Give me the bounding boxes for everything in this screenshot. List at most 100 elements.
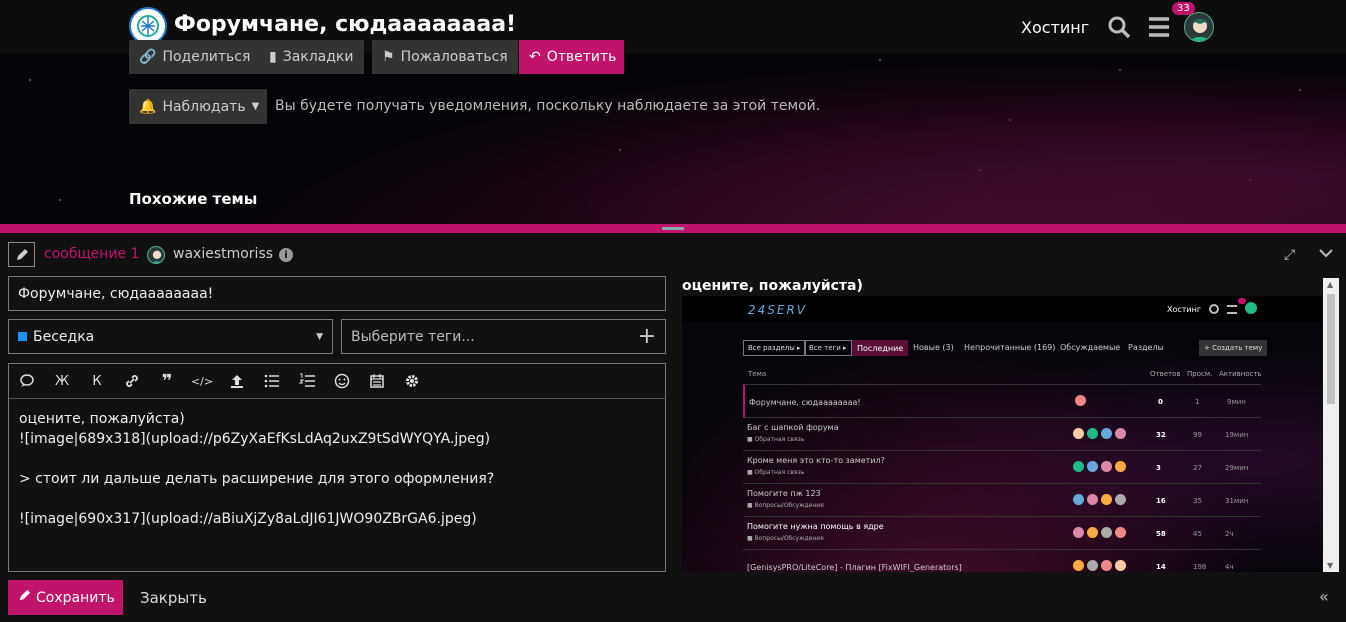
preview-topic-title: Помогите пж 123 (747, 489, 821, 498)
preview-topic-views: 198 (1193, 563, 1207, 571)
composer-username[interactable]: waxiestmoriss (173, 246, 273, 262)
preview-topic-activity: 4ч (1225, 563, 1234, 571)
preview-search-icon (1209, 304, 1219, 314)
preview-topic-replies: 16 (1156, 497, 1166, 505)
preview-topic-views: 99 (1193, 431, 1202, 439)
upload-icon[interactable] (228, 372, 246, 390)
preview-poster-avatar (1073, 428, 1084, 439)
reply-label: Ответить (546, 49, 617, 65)
preview-filter-tags: Все теги ▸ (804, 340, 852, 356)
tags-select[interactable]: Выберите теги... + (341, 319, 666, 354)
save-button[interactable]: Сохранить (8, 580, 123, 615)
preview-topic-activity: 9мин (1227, 398, 1246, 406)
similar-topics-heading: Похожие темы (129, 190, 258, 208)
quote-bubble-icon[interactable] (18, 372, 36, 390)
collapse-chevron-icon[interactable] (1318, 245, 1334, 265)
plus-icon: + (637, 324, 656, 349)
nav-link-hosting[interactable]: Хостинг (1021, 18, 1089, 37)
caret-down-icon: ▼ (251, 101, 260, 112)
preview-poster-avatar (1101, 560, 1112, 571)
editor-toolbar: Ж К ❞ </> (8, 363, 666, 399)
preview-poster-avatar (1073, 560, 1084, 571)
pencil-icon (18, 589, 31, 606)
preview-poster-avatar (1087, 527, 1098, 538)
scrollbar-thumb[interactable] (1327, 294, 1335, 404)
gear-icon[interactable] (403, 372, 421, 390)
preview-col: Активность (1219, 370, 1262, 378)
preview-poster-avatar (1087, 428, 1098, 439)
preview-topic-title: Кроме меня это кто-то заметил? (747, 456, 885, 465)
markdown-editor[interactable]: оцените, пожалуйста) ![image|689x318](up… (8, 399, 666, 572)
user-avatar[interactable] (1184, 12, 1214, 42)
watch-dropdown[interactable]: 🔔 Наблюдать ▼ (129, 89, 267, 124)
bookmarks-button[interactable]: ▮ Закладки (259, 40, 364, 74)
preview-topic-row: Форумчане, сюдаааааааа! 0 1 9мин (743, 384, 1261, 417)
hamburger-menu-icon[interactable] (1146, 14, 1172, 40)
preview-topic-views: 35 (1193, 497, 1202, 505)
preview-heading: оцените, пожалуйста) (682, 278, 863, 294)
preview-poster-avatar (1101, 494, 1112, 505)
calendar-icon[interactable] (368, 372, 386, 390)
composer-resize-grip[interactable] (0, 224, 1346, 233)
emoji-icon[interactable] (333, 372, 351, 390)
scroll-up-arrow[interactable]: ▲ (1327, 280, 1333, 289)
link-icon[interactable] (123, 372, 141, 390)
category-color-swatch (18, 332, 27, 341)
preview-poster-avatar (1101, 428, 1112, 439)
preview-topic-category: ■ Вопросы/Обсуждения (747, 535, 824, 542)
bold-button[interactable]: К (88, 372, 106, 390)
flag-button[interactable]: ⚑ Пожаловаться (372, 40, 518, 74)
flag-icon: ⚑ (382, 49, 395, 65)
composer-user-avatar (147, 246, 165, 264)
numbered-list-icon[interactable] (298, 372, 316, 390)
italic-button[interactable]: Ж (53, 372, 71, 390)
preview-topic-activity: 2ч (1225, 530, 1234, 538)
double-chevron-left-icon[interactable]: « (1319, 587, 1329, 606)
caret-down-icon: ▼ (316, 331, 323, 342)
editor-line: оцените, пожалуйста) (19, 411, 185, 427)
site-title[interactable]: Форумчане, сюдаааааааа! (174, 12, 516, 37)
preview-poster-avatar (1115, 494, 1126, 505)
preview-scrollbar[interactable]: ▲ ▼ (1323, 278, 1339, 572)
preview-poster-avatar (1115, 560, 1126, 571)
share-button[interactable]: 🔗 Поделиться (129, 40, 261, 74)
code-icon[interactable]: </> (191, 372, 213, 390)
preview-topic-category: ■ Обратная связь (747, 469, 805, 476)
preview-tab: Последние (852, 340, 909, 356)
bell-icon: 🔔 (139, 98, 157, 115)
preview-poster-avatar (1115, 428, 1126, 439)
reply-button[interactable]: ↶ Ответить (519, 40, 624, 74)
preview-topic-activity: 29мин (1225, 464, 1249, 472)
category-select[interactable]: Беседка ▼ (8, 319, 333, 354)
preview-topic-row: Баг с шапкой форума ■ Обратная связь 32 99 1… (743, 417, 1261, 450)
preview-topic-row: [GenisysPRO/LiteCore] - Плагин [FixWIFI_… (743, 549, 1261, 572)
bookmarks-label: Закладки (282, 49, 354, 65)
watch-notice: Вы будете получать уведомления, поскольк… (275, 98, 821, 114)
preview-topic-views: 45 (1193, 530, 1202, 538)
info-icon[interactable]: i (279, 248, 293, 262)
preview-filter-all: Все разделы ▸ (743, 340, 806, 356)
preview-poster-avatar (1115, 527, 1126, 538)
preview-topic-replies: 32 (1156, 431, 1166, 439)
category-label: Беседка (33, 328, 95, 345)
preview-logo: 24SERV (748, 303, 808, 317)
save-label: Сохранить (36, 589, 115, 606)
preview-poster-avatar (1087, 494, 1098, 505)
close-button[interactable]: Закрыть (140, 589, 207, 607)
preview-col: Просм. (1187, 370, 1213, 378)
scroll-down-arrow[interactable]: ▼ (1327, 561, 1333, 570)
search-icon[interactable] (1106, 14, 1132, 40)
preview-col: Тема (748, 370, 767, 378)
bookmark-icon: ▮ (269, 49, 277, 65)
topic-title-input[interactable]: Форумчане, сюдаааааааа! (8, 276, 666, 311)
fullscreen-icon[interactable]: ⤢ (1284, 247, 1295, 263)
pencil-icon[interactable] (8, 242, 35, 267)
preview-topic-replies: 0 (1158, 398, 1163, 406)
blockquote-icon[interactable]: ❞ (158, 371, 176, 392)
reply-to-link[interactable]: сообщение 1 (44, 246, 139, 262)
bullet-list-icon[interactable] (263, 372, 281, 390)
preview-poster-avatar (1073, 461, 1084, 472)
preview-image: 24SERV Хостинг Все разделы ▸ Все теги ▸ … (682, 296, 1322, 572)
